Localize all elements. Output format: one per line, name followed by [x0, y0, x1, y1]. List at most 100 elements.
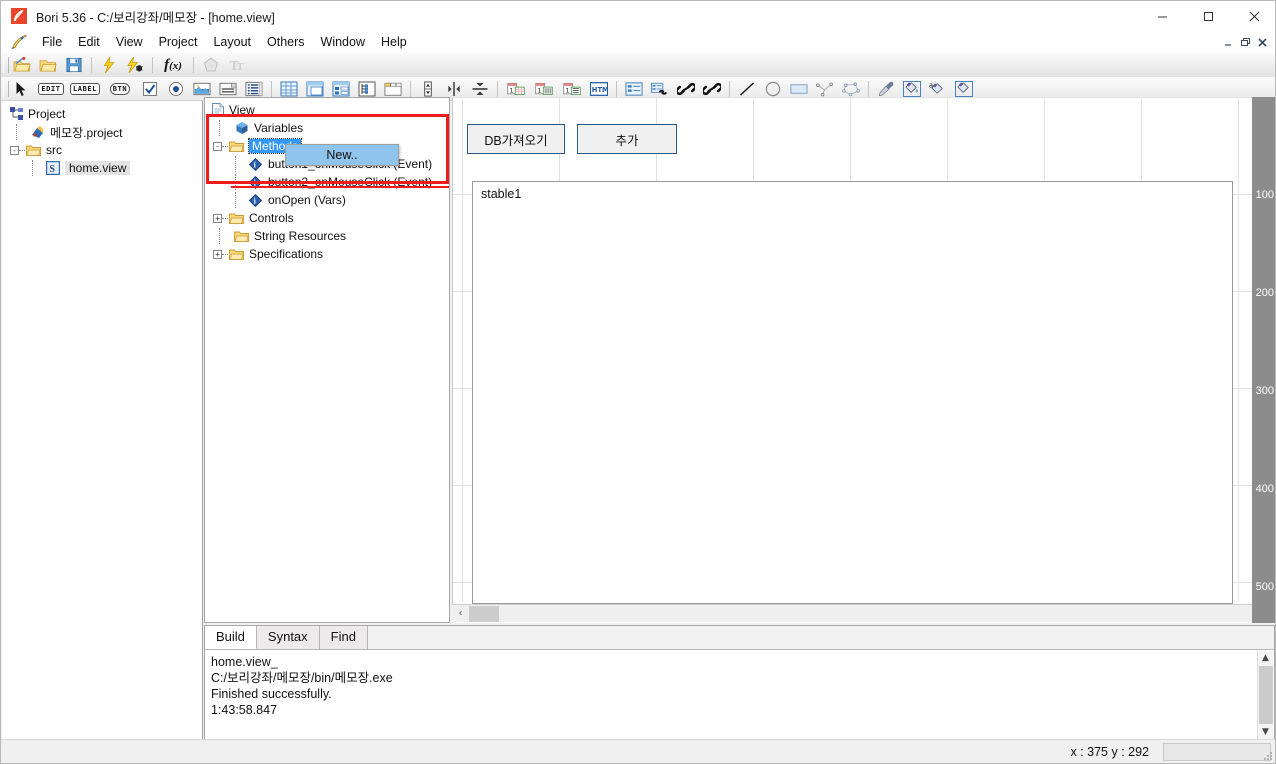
window-title: Bori 5.36 - C:/보리강좌/메모장 - [home.view] — [36, 10, 275, 25]
hscroll-thumb[interactable] — [469, 605, 499, 622]
view-tree-panel: View Variables - Methods i (Event) i but… — [204, 97, 450, 623]
tree-row[interactable]: i button2_onMouseClick (Event) — [235, 174, 449, 190]
tree-row[interactable]: 메모장.project — [16, 124, 202, 140]
tree-expander[interactable]: + — [213, 213, 222, 223]
tree-row[interactable]: + Controls — [213, 210, 449, 226]
menu-item-view[interactable]: View — [108, 33, 151, 51]
mdi-minimize-button[interactable] — [1220, 34, 1237, 51]
window-controls — [1139, 1, 1275, 31]
checkbox-control-icon[interactable] — [137, 78, 163, 100]
tree-label: button2_onMouseClick (Event) — [268, 175, 433, 189]
output-scroll-thumb[interactable] — [1258, 666, 1273, 724]
edit-control-icon[interactable]: EDIT — [35, 78, 67, 100]
tree-label: Controls — [249, 211, 294, 225]
stable1-label: stable1 — [481, 187, 522, 201]
mdi-restore-button[interactable] — [1237, 34, 1254, 51]
radio-control-icon[interactable] — [163, 78, 189, 100]
tree-expander[interactable]: - — [213, 141, 222, 151]
run-icon[interactable] — [96, 54, 122, 76]
tree-row[interactable]: Variables — [219, 120, 449, 136]
menu-item-window[interactable]: Window — [313, 33, 373, 51]
menu-item-help[interactable]: Help — [373, 33, 415, 51]
tree-expander[interactable]: - — [10, 145, 19, 155]
svg-text:1: 1 — [510, 87, 514, 94]
tab-syntax[interactable]: Syntax — [256, 626, 320, 649]
separator — [497, 80, 498, 97]
method-icon: i — [247, 175, 264, 189]
tree-guide — [219, 228, 233, 244]
folder-icon — [228, 248, 245, 261]
open-project-icon[interactable] — [9, 54, 35, 76]
output-body[interactable]: home.view_ C:/보리강좌/메모장/bin/메모장.exe Finis… — [205, 650, 1274, 722]
pointer-tool-icon[interactable] — [9, 78, 35, 100]
save-icon[interactable] — [61, 54, 87, 76]
minimize-button[interactable] — [1139, 1, 1185, 31]
tree-label: src — [46, 143, 62, 157]
svg-text:HTML: HTML — [592, 86, 608, 94]
scroll-up-arrow[interactable]: ▲ — [1262, 651, 1269, 665]
status-extra-box — [1163, 742, 1271, 761]
db-import-button[interactable]: DB가져오기 — [467, 124, 565, 154]
svg-text:S: S — [49, 164, 55, 175]
resize-grip[interactable] — [1262, 749, 1274, 761]
maximize-button[interactable] — [1185, 1, 1231, 31]
tree-row[interactable]: View — [210, 102, 449, 118]
canvas-hscrollbar[interactable]: ‹ — [452, 604, 1252, 622]
context-menu: New.. — [285, 144, 399, 166]
toolbar-main: f(x) T T — [1, 53, 1275, 77]
svg-text:1: 1 — [538, 87, 542, 94]
add-button[interactable]: 추가 — [577, 124, 677, 154]
feather-icon — [11, 8, 27, 24]
output-line: 1:43:58.847 — [211, 703, 278, 717]
open-folder-icon[interactable] — [35, 54, 61, 76]
menu-item-others[interactable]: Others — [259, 33, 313, 51]
tree-row[interactable]: i onOpen (Vars) — [235, 192, 449, 208]
ruler-tick: 300 — [1255, 385, 1274, 397]
tree-row[interactable]: + Specifications — [213, 246, 449, 262]
method-icon: i — [247, 157, 264, 171]
menu-item-layout[interactable]: Layout — [205, 33, 259, 51]
button-control-label: BTN — [109, 82, 131, 95]
menu-item-project[interactable]: Project — [151, 33, 206, 51]
tab-find[interactable]: Find — [319, 626, 368, 649]
design-canvas[interactable]: DB가져오기 추가 stable1 — [452, 97, 1275, 623]
tab-build[interactable]: Build — [205, 626, 257, 649]
tree-label: Variables — [254, 121, 304, 135]
cursor-coordinates: x : 375 y : 292 — [1070, 744, 1149, 759]
context-menu-item-new[interactable]: New.. — [286, 145, 398, 165]
label-control-icon[interactable]: LABEL — [67, 78, 103, 100]
vertical-ruler: 100 200 300 400 500 — [1252, 97, 1275, 623]
output-scrollbar[interactable]: ▲ ▼ — [1257, 651, 1273, 739]
tree-label: View — [229, 103, 255, 117]
menu-item-edit[interactable]: Edit — [70, 33, 108, 51]
scroll-down-arrow[interactable]: ▼ — [1262, 725, 1269, 739]
tree-guide — [32, 160, 44, 176]
function-icon[interactable]: f(x) — [157, 54, 189, 76]
project-panel: Project 메모장.project - src S home.view — [2, 101, 203, 741]
menu-bar: File Edit View Project Layout Others Win… — [1, 31, 1275, 53]
tree-row[interactable]: String Resources — [219, 228, 449, 244]
stable1-table[interactable]: stable1 — [472, 181, 1233, 604]
ruler-tick: 100 — [1255, 189, 1274, 201]
tree-row[interactable]: Project — [10, 106, 202, 122]
button-control-icon[interactable]: BTN — [103, 78, 137, 100]
mdi-close-button[interactable] — [1254, 34, 1271, 51]
debug-icon[interactable] — [122, 54, 148, 76]
separator — [271, 80, 272, 97]
tree-label: String Resources — [254, 229, 347, 243]
tree-expander[interactable]: + — [213, 249, 222, 259]
title-bar: Bori 5.36 - C:/보리강좌/메모장 - [home.view] — [1, 1, 1275, 31]
menu-item-file[interactable]: File — [34, 33, 70, 51]
scroll-left-arrow[interactable]: ‹ — [452, 605, 469, 622]
folder-icon — [233, 230, 250, 243]
folder-icon — [228, 212, 245, 225]
tree-row[interactable]: S home.view — [32, 160, 202, 176]
method-icon: i — [247, 193, 264, 207]
separator — [152, 57, 153, 73]
close-button[interactable] — [1231, 1, 1275, 31]
tree-label: 메모장.project — [50, 125, 123, 140]
ruler-tick: 200 — [1255, 287, 1274, 299]
edit-control-label: EDIT — [38, 82, 64, 95]
separator — [193, 57, 194, 73]
tree-row[interactable]: - src — [10, 142, 202, 158]
